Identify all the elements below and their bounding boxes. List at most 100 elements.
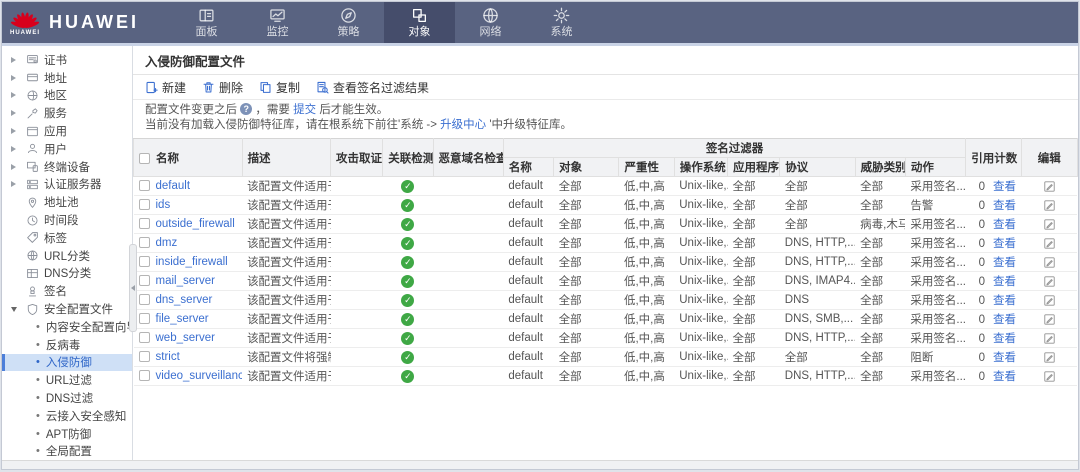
nav-tab-network[interactable]: 网络 (455, 2, 526, 43)
row-checkbox[interactable] (138, 275, 150, 286)
profile-name-link[interactable]: inside_firewall (156, 256, 228, 268)
submit-link[interactable]: 提交 (293, 104, 316, 116)
edit-button[interactable] (1043, 351, 1056, 364)
row-checkbox[interactable] (138, 180, 150, 191)
sidebar-item-url-filter[interactable]: • URL过滤 (2, 371, 132, 389)
view-link[interactable]: 查看 (993, 219, 1016, 231)
col-header-label: 描述 (247, 152, 271, 165)
sidebar-item-intrusion-prevention[interactable]: • 入侵防御 (2, 353, 132, 372)
profile-name-link[interactable]: video_surveillance (156, 370, 243, 382)
nav-tab-objects[interactable]: 对象 (384, 2, 455, 43)
view-link[interactable]: 查看 (993, 295, 1016, 307)
sidebar-item-dns-category[interactable]: DNS分类 (2, 265, 132, 283)
sidebar-item-signature[interactable]: 签名 (2, 282, 132, 300)
view-link[interactable]: 查看 (993, 314, 1016, 326)
select-all-checkbox[interactable] (139, 152, 150, 164)
sidebar-item-time-range[interactable]: 时间段 (2, 211, 132, 229)
chevron-right-icon[interactable] (11, 128, 22, 135)
nav-tab-dashboard[interactable]: 面板 (171, 2, 242, 43)
view-link[interactable]: 查看 (993, 238, 1016, 250)
profile-name-link[interactable]: dns_server (156, 294, 213, 306)
sidebar-item-region[interactable]: 地区 (2, 87, 132, 105)
sidebar-item-auth-server[interactable]: 认证服务器 (2, 176, 132, 194)
sidebar-collapse-handle[interactable] (129, 244, 137, 332)
edit-button[interactable] (1043, 332, 1056, 345)
sidebar-item-application[interactable]: 应用 (2, 122, 132, 140)
chevron-right-icon[interactable] (11, 92, 22, 99)
sidebar-item-global-config[interactable]: • 全局配置 (2, 443, 132, 460)
profile-name-link[interactable]: default (156, 180, 191, 192)
sidebar-item-cloud-access-security[interactable]: • 云接入安全感知 (2, 407, 132, 425)
edit-button[interactable] (1043, 180, 1056, 193)
view-signature-filter-results-button[interactable]: 查看签名过滤结果 (316, 79, 429, 96)
nav-tab-system[interactable]: 系统 (526, 2, 597, 43)
cell-correlation-detection: ✓ (382, 347, 434, 367)
row-checkbox[interactable] (138, 313, 150, 324)
chevron-right-icon[interactable] (11, 181, 22, 188)
main-panel: 入侵防御配置文件 新建 删除 复制 查看签名过滤结果 配置文件变更之后 ? ，需要 提… (133, 46, 1078, 460)
sidebar-item-terminal-device[interactable]: 终端设备 (2, 158, 132, 176)
row-checkbox[interactable] (138, 218, 150, 229)
row-checkbox[interactable] (138, 256, 150, 267)
sidebar-item-url-category[interactable]: URL分类 (2, 247, 132, 265)
profile-name-link[interactable]: strict (156, 351, 180, 363)
chevron-right-icon[interactable] (11, 74, 22, 81)
objects-icon (411, 7, 428, 24)
row-checkbox[interactable] (138, 237, 150, 248)
help-icon[interactable]: ? (240, 103, 253, 115)
sidebar-item-user[interactable]: 用户 (2, 140, 132, 158)
profile-name-link[interactable]: dmz (156, 237, 178, 249)
view-link[interactable]: 查看 (993, 276, 1016, 288)
sidebar-item-address-pool[interactable]: 地址池 (2, 193, 132, 211)
cell-filter-object: 全部 (553, 233, 619, 253)
view-link[interactable]: 查看 (993, 200, 1016, 212)
chevron-right-icon[interactable] (11, 145, 22, 152)
sidebar-item-address[interactable]: 地址 (2, 69, 132, 87)
row-checkbox[interactable] (138, 351, 150, 362)
horizontal-scrollbar[interactable] (2, 460, 1078, 469)
copy-button[interactable]: 复制 (259, 79, 300, 96)
profile-name-link[interactable]: web_server (156, 332, 215, 344)
new-button[interactable]: 新建 (145, 79, 186, 96)
view-link[interactable]: 查看 (993, 333, 1016, 345)
chevron-right-icon[interactable] (11, 110, 22, 117)
sidebar-item-content-security-wizard[interactable]: • 内容安全配置向导 (2, 318, 132, 336)
sidebar-item-dns-filter[interactable]: • DNS过滤 (2, 389, 132, 407)
profile-name-link[interactable]: file_server (156, 313, 209, 325)
row-checkbox[interactable] (138, 370, 150, 381)
chevron-right-icon[interactable] (11, 163, 22, 170)
sidebar-item-security-profile[interactable]: 安全配置文件 (2, 300, 132, 318)
profile-name-link[interactable]: outside_firewall (156, 218, 235, 230)
upgrade-center-link[interactable]: 升级中心 (440, 119, 486, 131)
nav-tab-monitor[interactable]: 监控 (242, 2, 313, 43)
nav-tab-policy[interactable]: 策略 (313, 2, 384, 43)
row-checkbox[interactable] (138, 294, 150, 305)
edit-button[interactable] (1043, 370, 1056, 383)
delete-button[interactable]: 删除 (202, 79, 243, 96)
edit-button[interactable] (1043, 256, 1056, 269)
edit-button[interactable] (1043, 275, 1056, 288)
cell-protocol: DNS, SMB,... (779, 309, 856, 329)
sidebar-item-tag[interactable]: 标签 (2, 229, 132, 247)
sidebar-item-apt-defense[interactable]: • APT防御 (2, 425, 132, 443)
edit-button[interactable] (1043, 237, 1056, 250)
profile-name-link[interactable]: mail_server (156, 275, 215, 287)
chevron-right-icon[interactable] (11, 56, 22, 63)
sidebar-item-service[interactable]: 服务 (2, 104, 132, 122)
chevron-down-icon[interactable] (11, 306, 22, 312)
view-link[interactable]: 查看 (993, 257, 1016, 269)
sidebar-item-label: 反病毒 (45, 339, 81, 352)
edit-button[interactable] (1043, 313, 1056, 326)
row-checkbox[interactable] (138, 332, 150, 343)
edit-button[interactable] (1043, 294, 1056, 307)
view-link[interactable]: 查看 (993, 352, 1016, 364)
profile-name-link[interactable]: ids (156, 199, 171, 211)
sidebar-item-antivirus[interactable]: • 反病毒 (2, 336, 132, 354)
edit-button[interactable] (1043, 199, 1056, 212)
edit-button[interactable] (1043, 218, 1056, 231)
reference-count-value: 0 (978, 219, 986, 231)
sidebar-item-certificate[interactable]: 证书 (2, 51, 132, 69)
view-link[interactable]: 查看 (993, 181, 1016, 193)
row-checkbox[interactable] (138, 199, 150, 210)
view-link[interactable]: 查看 (993, 371, 1016, 383)
